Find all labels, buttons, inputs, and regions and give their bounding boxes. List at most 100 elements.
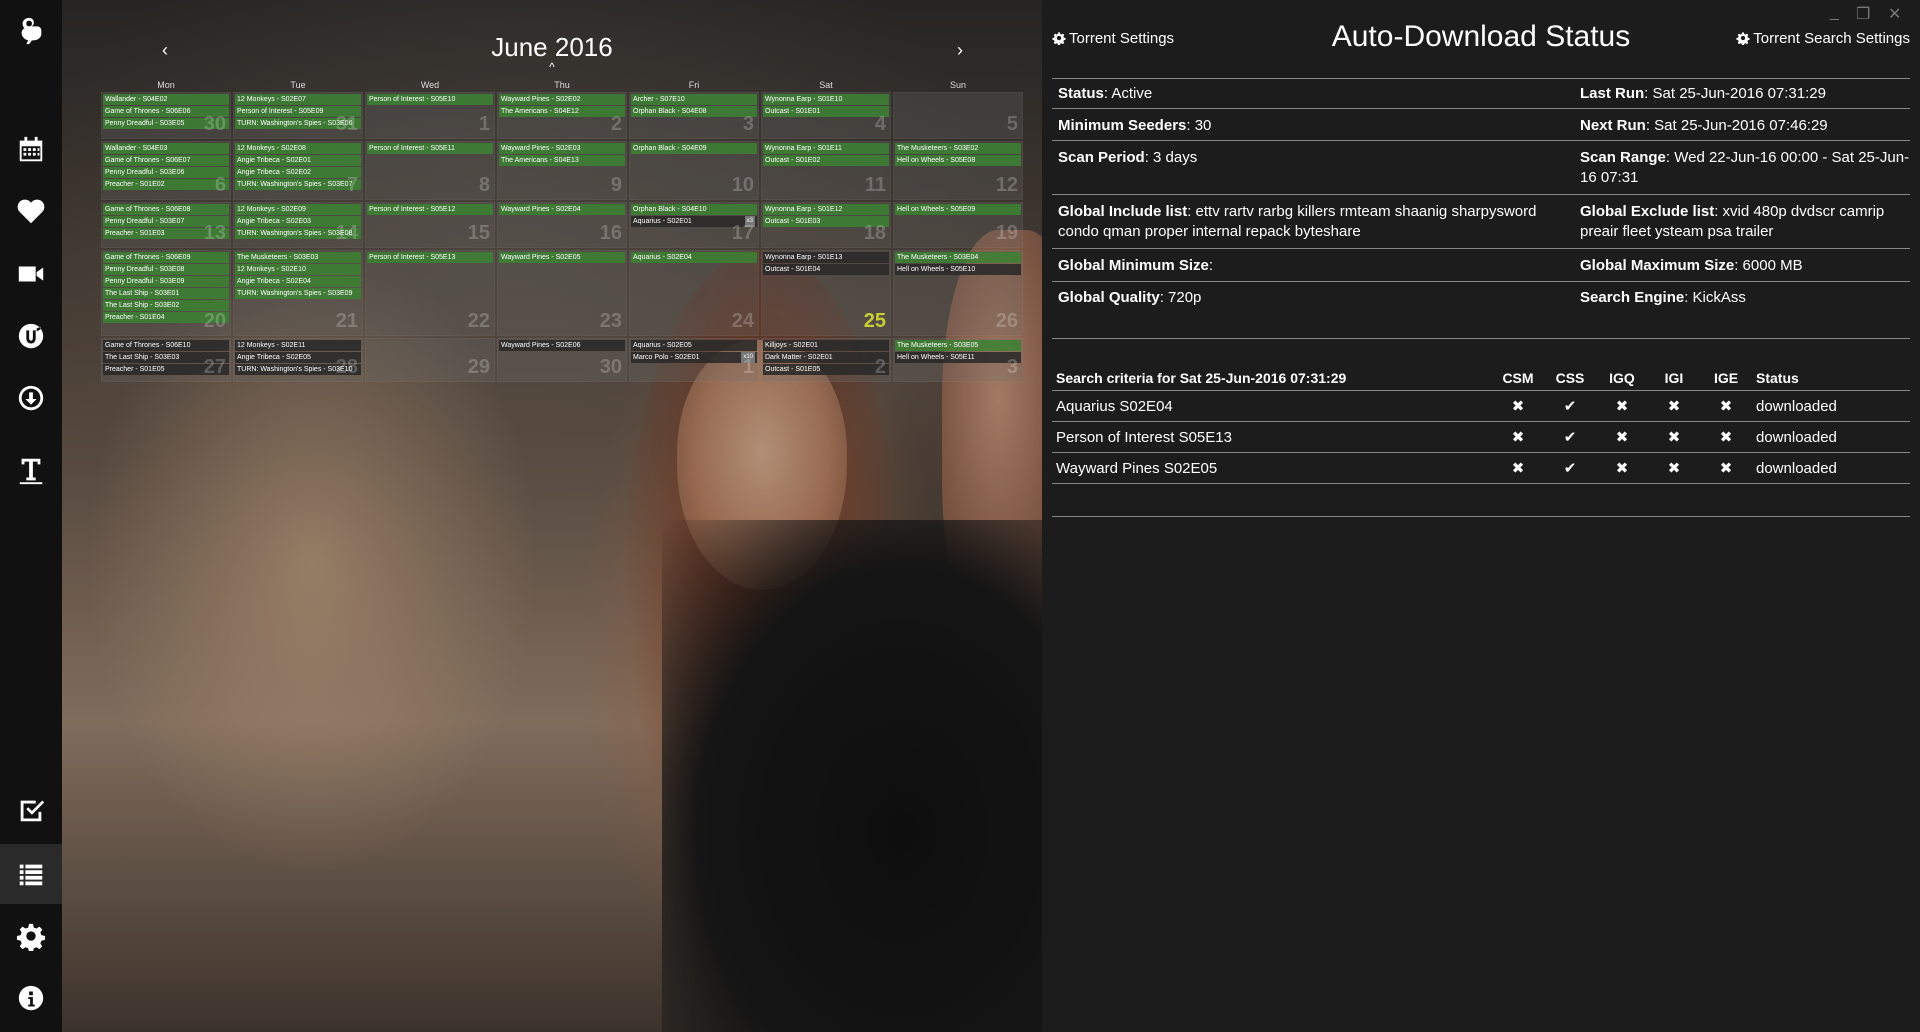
checklist-icon[interactable] [0,780,62,840]
calendar-day[interactable]: Person of Interest - S05E11 8 [365,141,495,200]
calendar-day[interactable]: Archer - S07E10 Orphan Black - S04E08 3 [629,92,759,139]
calendar-event[interactable]: Hell on Wheels - S05E09 [895,204,1021,215]
calendar-day[interactable]: The Musketeers - S03E04 Hell on Wheels - … [893,250,1023,336]
calendar-day[interactable]: 12 Monkeys - S02E08 Angie Tribeca - S02E0… [233,141,363,200]
calendar-day[interactable]: 12 Monkeys - S02E09 Angie Tribeca - S02E0… [233,202,363,248]
calendar-event[interactable]: Outcast - S01E04 [763,264,889,275]
calendar-day[interactable]: 12 Monkeys - S02E07 Person of Interest - … [233,92,363,139]
calendar-day[interactable]: Aquarius - S02E05 x10 Marco Polo - S02E01 1 [629,338,759,382]
calendar-event[interactable]: Game of Thrones - S06E09 [103,252,229,263]
calendar-event[interactable]: Hell on Wheels - S05E08 [895,155,1021,166]
calendar-event[interactable]: Wynonna Earp - S01E12 [763,204,889,215]
text-icon[interactable] [0,440,62,500]
calendar-event[interactable]: Person of Interest - S05E10 [367,94,493,105]
calendar-day[interactable]: 12 Monkeys - S02E11 Angie Tribeca - S02E0… [233,338,363,382]
calendar-day[interactable]: Wayward Pines - S02E05 23 [497,250,627,336]
calendar-day[interactable]: Killjoys - S02E01 Dark Matter - S02E01 Out… [761,338,891,382]
calendar-day[interactable]: Orphan Black - S04E10 x3 Aquarius - S02E01… [629,202,759,248]
heart-icon[interactable] [0,182,62,242]
calendar-day[interactable]: Hell on Wheels - S05E09 19 [893,202,1023,248]
calendar-event[interactable]: 12 Monkeys - S02E11 [235,340,361,351]
video-camera-icon[interactable] [0,244,62,304]
calendar-event[interactable]: Penny Dreadful - S03E08 [103,264,229,275]
calendar-event[interactable]: Wynonna Earp - S01E10 [763,94,889,105]
calendar-day[interactable]: The Musketeers - S03E02 Hell on Wheels - … [893,141,1023,200]
calendar-day[interactable]: Wallander - S04E02 Game of Thrones - S06E… [101,92,231,139]
utorrent-icon[interactable] [0,306,62,366]
calendar-event[interactable]: The Americans - S04E12 [499,106,625,117]
calendar-event[interactable]: The Last Ship - S03E01 [103,288,229,299]
calendar-event[interactable]: The Musketeers - S03E04 [895,252,1021,263]
app-logo[interactable] [0,0,62,62]
calendar-event[interactable]: Preacher - S01E02 [103,179,229,190]
calendar-event[interactable]: Penny Dreadful - S03E06 [103,167,229,178]
calendar-event[interactable]: Dark Matter - S02E01 [763,352,889,363]
calendar-day[interactable]: The Musketeers - S03E03 12 Monkeys - S02E… [233,250,363,336]
calendar-event[interactable]: Aquarius - S02E04 [631,252,757,263]
calendar-day[interactable]: Person of Interest - S05E10 1 [365,92,495,139]
calendar-event[interactable]: Penny Dreadful - S03E09 [103,276,229,287]
calendar-event[interactable]: Orphan Black - S04E09 [631,143,757,154]
calendar-day[interactable]: Wayward Pines - S02E06 30 [497,338,627,382]
calendar-event[interactable]: Outcast - S01E02 [763,155,889,166]
calendar-event[interactable]: Person of Interest - S05E13 [367,252,493,263]
calendar-day[interactable]: Wynonna Earp - S01E11 Outcast - S01E02 11 [761,141,891,200]
calendar-event[interactable]: Archer - S07E10 [631,94,757,105]
calendar-day[interactable]: Person of Interest - S05E13 22 [365,250,495,336]
calendar-event[interactable]: Person of Interest - S05E12 [367,204,493,215]
calendar-event[interactable]: Hell on Wheels - S05E10 [895,264,1021,275]
calendar-day[interactable]: The Musketeers - S03E05 Hell on Wheels - … [893,338,1023,382]
calendar-event[interactable]: Killjoys - S02E01 [763,340,889,351]
calendar-event[interactable]: Game of Thrones - S06E08 [103,204,229,215]
calendar-event[interactable]: Aquarius - S02E05 [631,340,757,351]
calendar-event[interactable]: 12 Monkeys - S02E09 [235,204,361,215]
calendar-day[interactable]: Wynonna Earp - S01E12 Outcast - S01E03 18 [761,202,891,248]
calendar-event[interactable]: Wayward Pines - S02E03 [499,143,625,154]
calendar-event[interactable]: Orphan Black - S04E10 [631,204,757,215]
calendar-day[interactable]: Game of Thrones - S06E09 Penny Dreadful -… [101,250,231,336]
calendar-event[interactable]: TURN: Washington's Spies - S03E09 [235,288,361,299]
calendar-event[interactable]: Wallander - S04E02 [103,94,229,105]
calendar-up-button[interactable]: ^ [62,60,1042,74]
calendar-event[interactable]: Wynonna Earp - S01E13 [763,252,889,263]
calendar-day[interactable]: Wallander - S04E03 Game of Thrones - S06E… [101,141,231,200]
calendar-event[interactable]: Game of Thrones - S06E07 [103,155,229,166]
calendar-day[interactable]: Game of Thrones - S06E08 Penny Dreadful -… [101,202,231,248]
calendar-day[interactable]: Wayward Pines - S02E04 16 [497,202,627,248]
calendar-event[interactable]: TURN: Washington's Spies - S03E07 [235,179,361,190]
torrent-search-settings-link[interactable]: Torrent Search Settings [1736,30,1910,47]
calendar-day[interactable]: Person of Interest - S05E12 15 [365,202,495,248]
calendar-event[interactable]: Angie Tribeca - S02E04 [235,276,361,287]
calendar-day[interactable]: Orphan Black - S04E09 10 [629,141,759,200]
next-month-button[interactable]: › [957,40,963,61]
calendar-event[interactable]: Angie Tribeca - S02E01 [235,155,361,166]
calendar-event[interactable]: Outcast - S01E01 [763,106,889,117]
calendar-event[interactable]: Wayward Pines - S02E06 [499,340,625,351]
calendar-day[interactable]: Wayward Pines - S02E02 The Americans - S0… [497,92,627,139]
calendar-event[interactable]: The Musketeers - S03E03 [235,252,361,263]
list-icon[interactable] [0,844,62,904]
calendar-day[interactable]: 5 [893,92,1023,139]
calendar-event[interactable]: 12 Monkeys - S02E07 [235,94,361,105]
calendar-day[interactable]: 29 [365,338,495,382]
calendar-event[interactable]: Wayward Pines - S02E02 [499,94,625,105]
calendar-event[interactable]: Person of Interest - S05E11 [367,143,493,154]
download-icon[interactable] [0,368,62,428]
calendar-event[interactable]: x10 Marco Polo - S02E01 [631,352,757,363]
calendar-event[interactable]: Wallander - S04E03 [103,143,229,154]
calendar-day[interactable]: Game of Thrones - S06E10 The Last Ship - … [101,338,231,382]
calendar-event[interactable]: The Musketeers - S03E02 [895,143,1021,154]
calendar-event[interactable]: Orphan Black - S04E08 [631,106,757,117]
calendar-event[interactable]: Game of Thrones - S06E10 [103,340,229,351]
calendar-event[interactable]: Wayward Pines - S02E04 [499,204,625,215]
calendar-event[interactable]: Wayward Pines - S02E05 [499,252,625,263]
calendar-day[interactable]: Wynonna Earp - S01E13 Outcast - S01E04 25 [761,250,891,336]
calendar-event[interactable]: Angie Tribeca - S02E02 [235,167,361,178]
calendar-event[interactable]: Wynonna Earp - S01E11 [763,143,889,154]
calendar-icon[interactable] [0,120,62,180]
info-icon[interactable] [0,968,62,1028]
calendar-day[interactable]: Aquarius - S02E04 24 [629,250,759,336]
calendar-event[interactable]: The Americans - S04E13 [499,155,625,166]
calendar-event[interactable]: 12 Monkeys - S02E10 [235,264,361,275]
calendar-event[interactable]: 12 Monkeys - S02E08 [235,143,361,154]
